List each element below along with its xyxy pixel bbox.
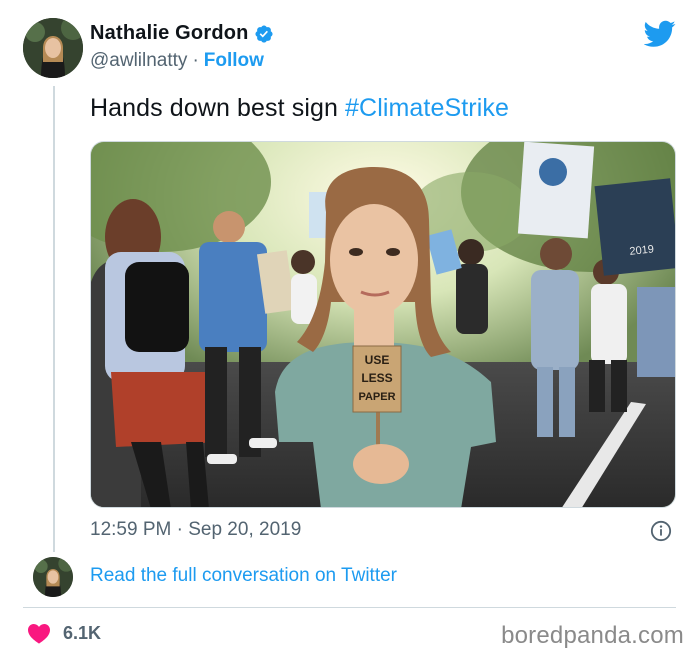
info-icon[interactable] [650, 520, 672, 542]
thread-line [53, 86, 55, 552]
divider [23, 607, 676, 608]
sign-line-1: USE [365, 353, 390, 367]
conversation-avatar[interactable] [33, 557, 73, 597]
read-conversation-link[interactable]: Read the full conversation on Twitter [90, 565, 397, 587]
author-handle-row: @awlilnatty · Follow [90, 50, 264, 72]
tweet-time: 12:59 PM [90, 519, 172, 540]
follow-button[interactable]: Follow [204, 50, 264, 71]
handle-separator: · [192, 50, 199, 71]
timestamp-separator: · [176, 519, 183, 540]
hashtag-link[interactable]: #ClimateStrike [345, 94, 509, 122]
author-name-row: Nathalie Gordon [90, 22, 274, 45]
sign-line-3: PAPER [358, 391, 395, 403]
tweet-date: Sep 20, 2019 [188, 519, 302, 540]
tweet-timestamp[interactable]: 12:59 PM · Sep 20, 2019 [90, 519, 301, 541]
like-count: 6.1K [63, 622, 102, 643]
author-handle[interactable]: @awlilnatty [90, 50, 187, 71]
tweet-card: Nathalie Gordon @awlilnatty · Follow Hands… [0, 0, 700, 661]
poster-year: 2019 [629, 243, 655, 257]
watermark: boredpanda.com [501, 622, 684, 649]
tweet-body: Hands down best sign [90, 94, 346, 122]
tweet-text: Hands down best sign #ClimateStrike [90, 94, 509, 123]
author-display-name[interactable]: Nathalie Gordon [90, 22, 249, 45]
heart-icon [28, 624, 50, 644]
like-button[interactable]: 6.1K [27, 622, 101, 644]
twitter-bird-icon[interactable] [644, 20, 676, 48]
sign-line-2: LESS [361, 371, 392, 385]
author-avatar[interactable] [23, 18, 83, 78]
tweet-photo[interactable]: 2019 USE LESS PAPER [90, 141, 676, 508]
verified-badge-icon [255, 24, 273, 43]
